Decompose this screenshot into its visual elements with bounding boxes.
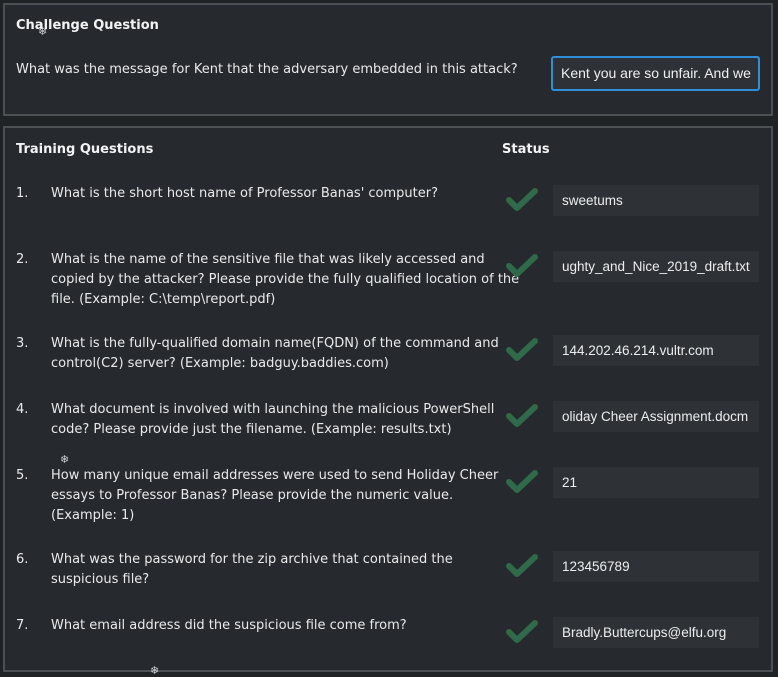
answer-input[interactable]: ughty_and_Nice_2019_draft.txt xyxy=(553,251,759,282)
snowflake-icon: ❄ xyxy=(60,453,70,466)
question-text: What document is involved with launching… xyxy=(51,400,494,440)
question-text-line: What is the fully-qualified domain name(… xyxy=(51,336,499,351)
question-text-line: file. (Example: C:\temp\report.pdf) xyxy=(51,292,276,307)
check-icon xyxy=(505,553,539,579)
question-text-line: (Example: 1) xyxy=(51,508,135,523)
question-text-line: What is the name of the sensitive file t… xyxy=(51,252,485,267)
check-icon xyxy=(505,337,539,363)
question-text: What email address did the suspicious fi… xyxy=(51,616,407,636)
question-number: 6. xyxy=(16,552,29,567)
training-title: Training Questions xyxy=(16,142,154,157)
challenge-answer-input[interactable]: Kent you are so unfair. And we xyxy=(551,56,760,91)
question-number: 2. xyxy=(16,252,29,267)
question-number: 7. xyxy=(16,618,29,633)
answer-input[interactable]: 21 xyxy=(553,467,759,498)
question-text-line: What was the password for the zip archiv… xyxy=(51,552,453,567)
question-number: 3. xyxy=(16,336,29,351)
question-number: 4. xyxy=(16,402,29,417)
question-text: What is the fully-qualified domain name(… xyxy=(51,334,499,374)
question-number: 5. xyxy=(16,468,29,483)
snowflake-icon: ❄ xyxy=(150,664,160,677)
check-icon xyxy=(505,619,539,645)
question-text-line: essays to Professor Banas? Please provid… xyxy=(51,488,454,503)
question-text-line: control(C2) server? (Example: badguy.bad… xyxy=(51,356,389,371)
question-text: What is the name of the sensitive file t… xyxy=(51,250,519,310)
status-header: Status xyxy=(502,142,550,157)
answer-input[interactable]: oliday Cheer Assignment.docm xyxy=(553,401,759,432)
question-text-line: What document is involved with launching… xyxy=(51,402,495,417)
check-icon xyxy=(505,187,539,213)
question-text: What was the password for the zip archiv… xyxy=(51,550,453,590)
question-text-line: copied by the attacker? Please provide t… xyxy=(51,272,520,287)
question-text-line: What is the short host name of Professor… xyxy=(51,186,439,201)
question-text-line: How many unique email addresses were use… xyxy=(51,468,499,483)
question-number: 1. xyxy=(16,186,29,201)
answer-input[interactable]: 144.202.46.214.vultr.com xyxy=(553,335,759,366)
question-text-line: What email address did the suspicious fi… xyxy=(51,618,407,633)
question-text: What is the short host name of Professor… xyxy=(51,184,438,204)
snowflake-icon: ❄ xyxy=(38,25,48,38)
question-text: How many unique email addresses were use… xyxy=(51,466,498,526)
question-text-line: code? Please provide just the filename. … xyxy=(51,422,452,437)
check-icon xyxy=(505,469,539,495)
check-icon xyxy=(505,253,539,279)
answer-input[interactable]: sweetums xyxy=(553,185,759,216)
check-icon xyxy=(505,403,539,429)
answer-input[interactable]: 123456789 xyxy=(553,551,759,582)
question-text-line: suspicious file? xyxy=(51,572,150,587)
challenge-question: What was the message for Kent that the a… xyxy=(16,62,518,77)
answer-input[interactable]: Bradly.Buttercups@elfu.org xyxy=(553,617,759,648)
